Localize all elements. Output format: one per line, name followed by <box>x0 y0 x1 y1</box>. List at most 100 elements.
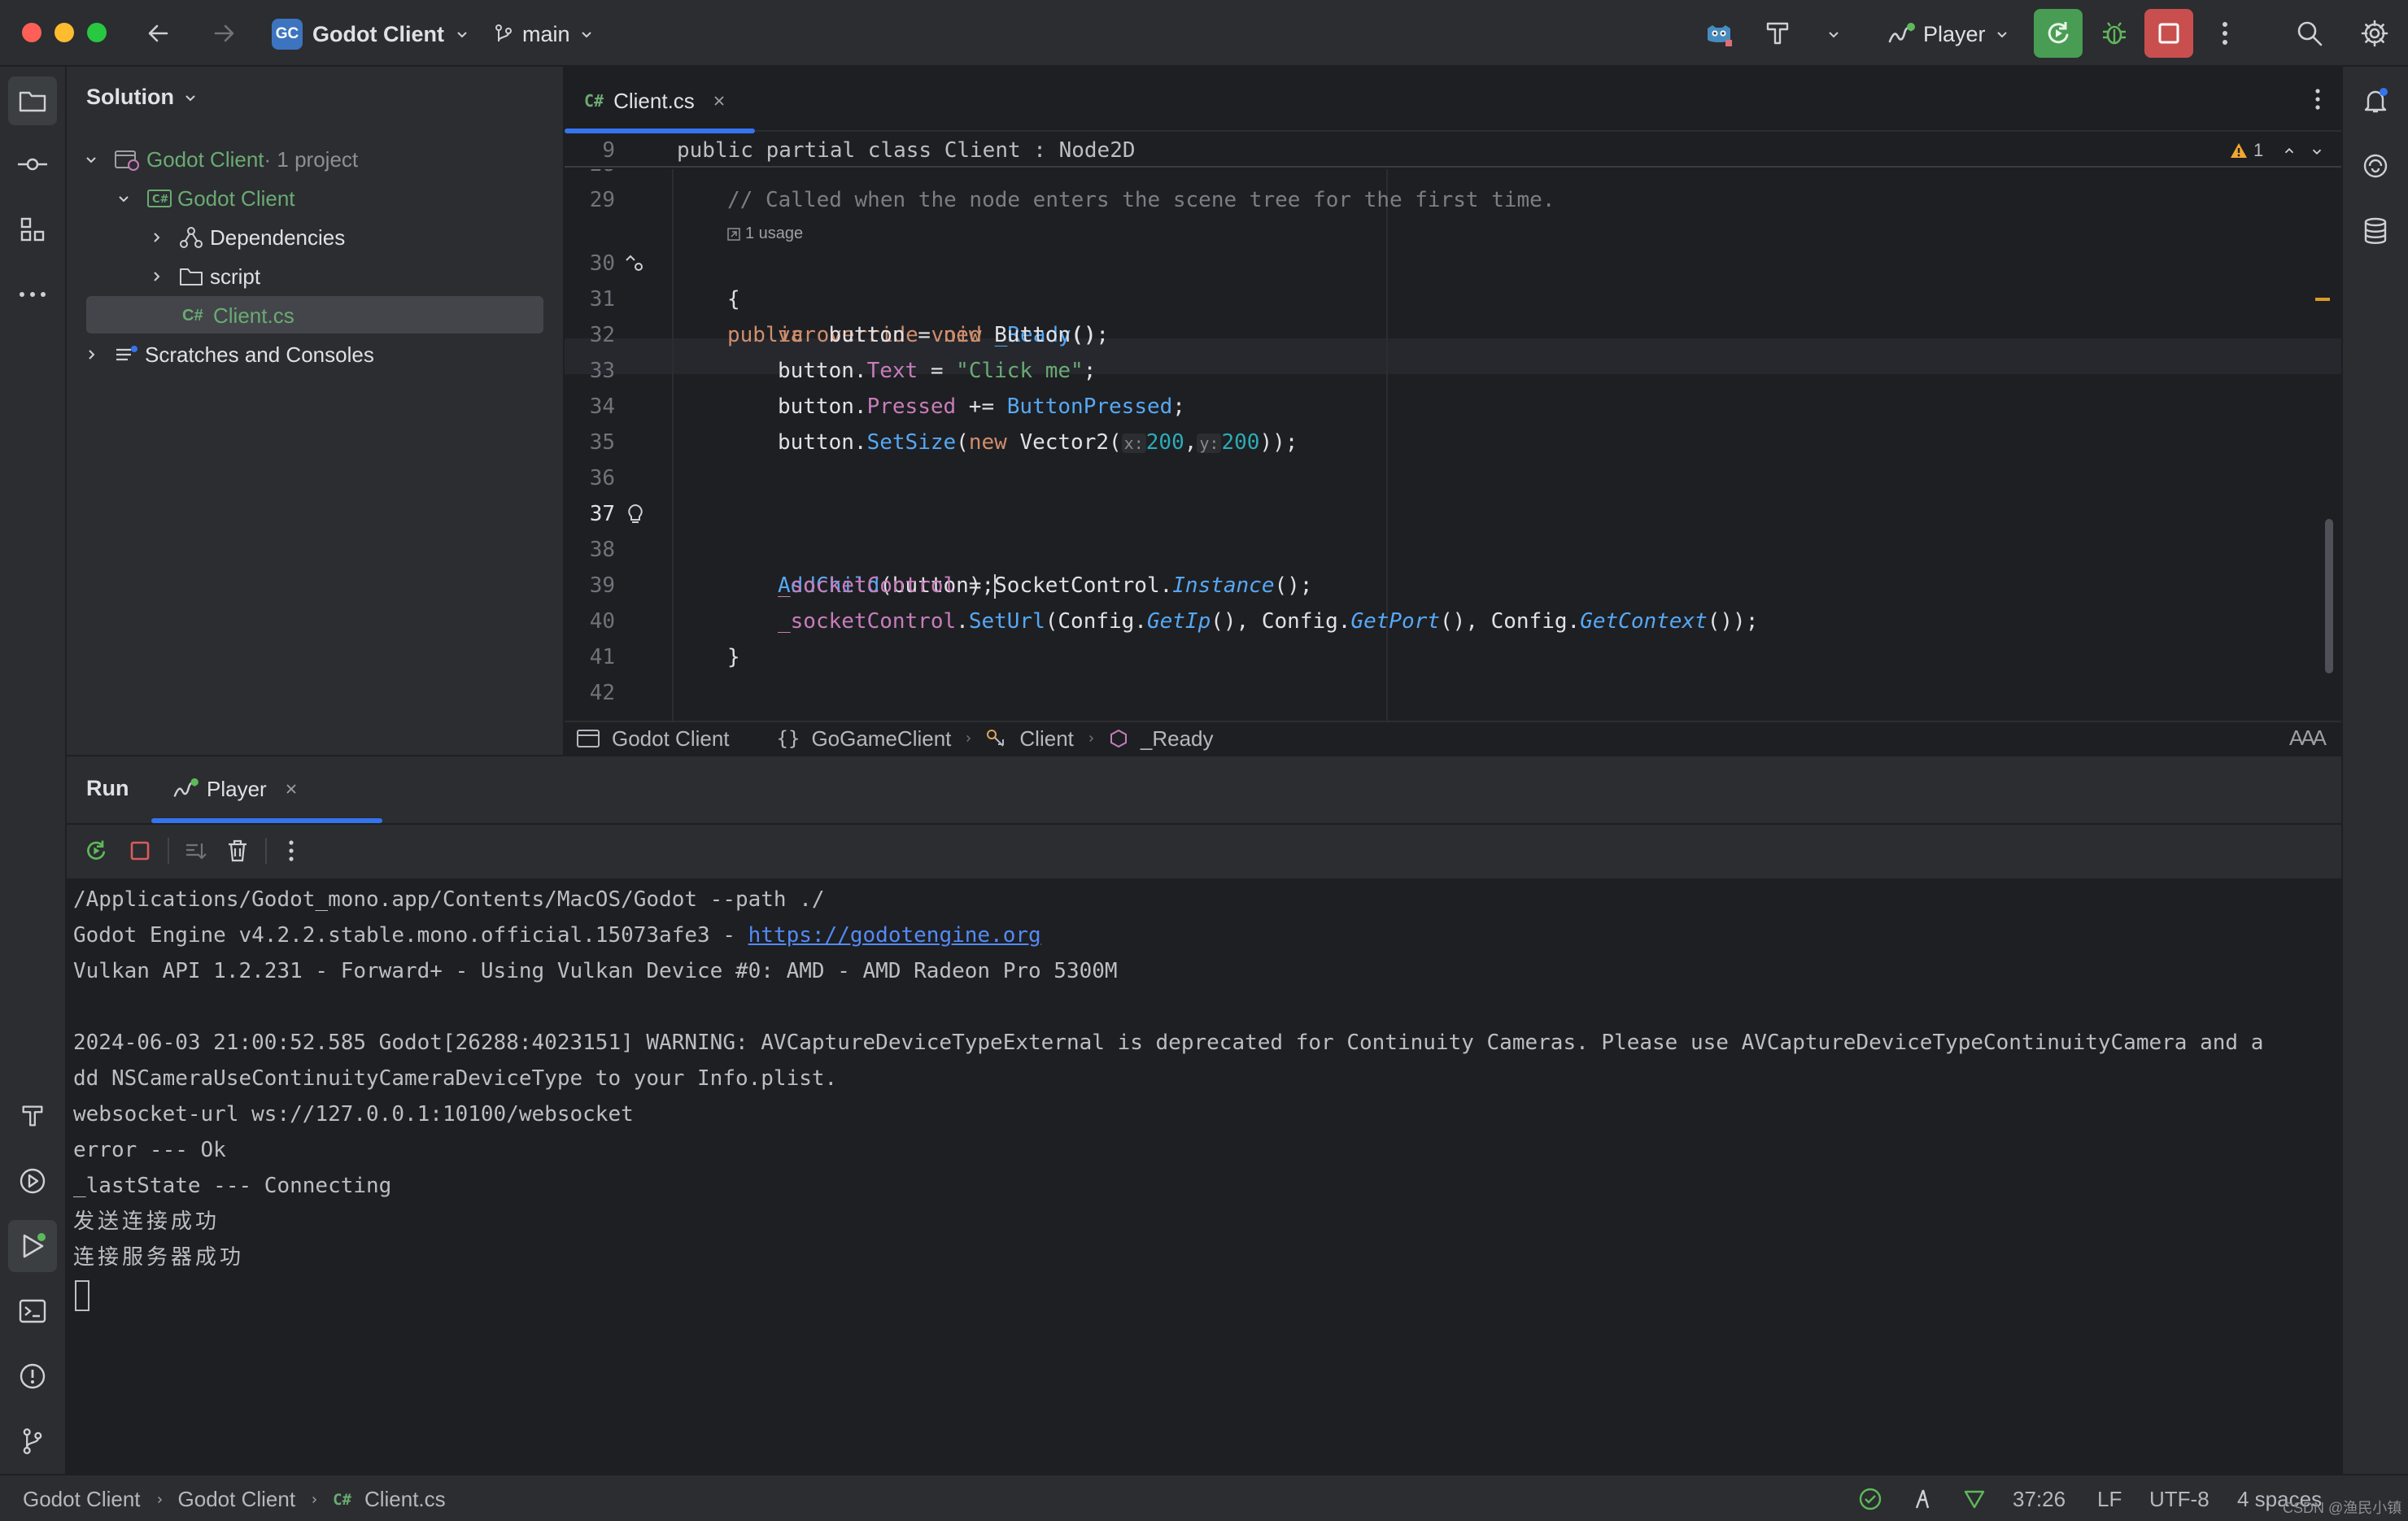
chevron-down-icon[interactable] <box>2305 140 2328 163</box>
console-output[interactable]: /Applications/Godot_mono.app/Contents/Ma… <box>67 878 2341 1474</box>
status-path-item[interactable]: Godot Client <box>178 1487 296 1512</box>
project-selector[interactable]: GC Godot Client <box>272 18 470 50</box>
minimize-window-button[interactable] <box>55 23 74 42</box>
build-hammer-icon[interactable] <box>1759 15 1796 52</box>
rerun-button[interactable] <box>2034 9 2083 58</box>
code-line: 31{ <box>565 281 2341 317</box>
chevron-right-icon[interactable] <box>148 268 179 285</box>
ai-status-icon[interactable] <box>1909 1485 1936 1513</box>
close-tab-icon[interactable] <box>713 94 726 107</box>
branch-selector[interactable]: main <box>493 18 595 50</box>
services-icon[interactable] <box>8 1157 57 1205</box>
commit-icon[interactable] <box>8 140 57 189</box>
line-number: 37 <box>589 502 615 526</box>
ai-assistant-icon[interactable] <box>2351 142 2400 190</box>
breadcrumb-item[interactable]: _Ready <box>1141 726 1214 752</box>
debug-bug-icon[interactable] <box>2096 15 2133 52</box>
stop-button[interactable] <box>2144 9 2193 58</box>
clear-trash-icon[interactable] <box>221 835 254 867</box>
tab-client-cs[interactable]: C# Client.cs <box>584 85 726 117</box>
settings-gear-icon[interactable] <box>2356 15 2393 52</box>
vertical-scrollbar[interactable] <box>2325 519 2333 673</box>
console-link[interactable]: https://godotengine.org <box>748 923 1041 948</box>
reader-mode-toggle[interactable]: AAA <box>2289 726 2327 751</box>
console-line: _lastState --- Connecting <box>73 1174 392 1198</box>
solution-icon <box>114 148 146 171</box>
chevron-right-icon[interactable] <box>83 346 114 363</box>
back-icon[interactable] <box>142 16 176 50</box>
stop-icon[interactable] <box>124 835 156 867</box>
forward-icon[interactable] <box>207 16 241 50</box>
line-number: 36 <box>589 466 615 490</box>
chevron-down-icon[interactable] <box>83 151 114 168</box>
run-config-selector[interactable]: Player <box>1887 18 2010 50</box>
chevron-right-icon <box>1085 733 1097 744</box>
console-line: 2024-06-03 21:00:52.585 Godot[26288:4023… <box>73 1031 2264 1055</box>
lightbulb-icon[interactable] <box>625 503 646 525</box>
git-icon[interactable] <box>8 1417 57 1466</box>
tree-item-client-cs[interactable]: C# Client.cs <box>182 296 294 335</box>
zoom-window-button[interactable] <box>87 23 107 42</box>
chevron-down-icon[interactable] <box>1819 18 1848 50</box>
chevron-down-icon[interactable] <box>116 190 146 207</box>
tree-item-scratches[interactable]: Scratches and Consoles <box>83 335 374 374</box>
more-horizontal-icon[interactable] <box>8 270 57 319</box>
code-editor: C# Client.cs 9 public partial class Clie… <box>565 67 2341 755</box>
cursor-position[interactable]: 37:26 <box>2013 1487 2066 1512</box>
code-line: 32 var button = new Button(); <box>565 317 2341 353</box>
editor-tab-bar <box>565 67 2341 132</box>
tree-label: script <box>210 264 261 289</box>
tree-item-dependencies[interactable]: Dependencies <box>148 218 345 257</box>
dependencies-icon <box>179 226 210 249</box>
vcs-filter-icon[interactable] <box>1961 1485 1988 1513</box>
close-window-button[interactable] <box>22 23 41 42</box>
status-path-item[interactable]: Godot Client <box>23 1487 141 1512</box>
status-path-item[interactable]: Client.cs <box>364 1487 446 1512</box>
database-icon[interactable] <box>2351 207 2400 255</box>
terminal-icon[interactable] <box>8 1287 57 1336</box>
usage-hint[interactable]: 1 usage <box>727 224 803 243</box>
tree-item-solution[interactable]: Godot Client · 1 project <box>83 140 358 179</box>
problems-icon[interactable] <box>8 1352 57 1401</box>
run-tool-icon[interactable] <box>8 1220 57 1272</box>
line-number: 42 <box>589 681 615 705</box>
search-icon[interactable] <box>2291 15 2328 52</box>
project-folder-icon[interactable] <box>8 76 57 125</box>
warning-stripe-marker[interactable] <box>2315 298 2330 301</box>
left-tool-strip <box>0 67 67 1474</box>
tree-item-script-folder[interactable]: script <box>148 257 260 296</box>
scroll-to-end-icon[interactable] <box>179 835 212 867</box>
tree-item-project[interactable]: C# Godot Client <box>116 179 295 218</box>
chevron-down-icon <box>182 89 198 106</box>
console-input-cursor[interactable] <box>75 1280 89 1311</box>
scratches-icon <box>114 343 145 366</box>
chevron-right-icon[interactable] <box>148 229 179 246</box>
code-line: 42 <box>565 675 2341 711</box>
override-gutter-icon[interactable] <box>623 252 646 275</box>
tab-player[interactable]: Player <box>172 773 298 805</box>
console-line: Vulkan API 1.2.231 - Forward+ - Using Vu… <box>73 959 1118 983</box>
build-hammer-icon[interactable] <box>8 1092 57 1140</box>
more-vertical-icon[interactable] <box>2305 83 2330 115</box>
structure-icon[interactable] <box>8 205 57 254</box>
class-icon <box>985 728 1008 749</box>
warnings-indicator[interactable]: 1 <box>2229 140 2263 161</box>
file-encoding[interactable]: UTF-8 <box>2149 1487 2210 1512</box>
toolbar-separator <box>265 838 267 864</box>
godot-run-icon <box>1887 22 1915 46</box>
breadcrumb-item[interactable]: Client <box>1019 726 1073 752</box>
close-tab-icon[interactable] <box>285 782 298 795</box>
breadcrumb-item[interactable]: GoGameClient <box>811 726 951 752</box>
more-vertical-icon[interactable] <box>275 835 308 867</box>
rerun-icon[interactable] <box>80 835 112 867</box>
line-ending[interactable]: LF <box>2097 1487 2122 1512</box>
inspection-ok-icon[interactable] <box>1856 1485 1884 1513</box>
godot-icon[interactable] <box>1700 15 1738 52</box>
code-area[interactable]: 28 29 // Called when the node enters the … <box>565 169 2341 721</box>
usage-label: 1 usage <box>745 224 804 242</box>
more-vertical-icon[interactable] <box>2206 15 2244 52</box>
chevron-up-icon[interactable] <box>2278 140 2301 163</box>
breadcrumb-item[interactable]: Godot Client <box>612 726 730 752</box>
solution-dropdown[interactable]: Solution <box>86 85 198 110</box>
notifications-bell-icon[interactable] <box>2351 76 2400 125</box>
